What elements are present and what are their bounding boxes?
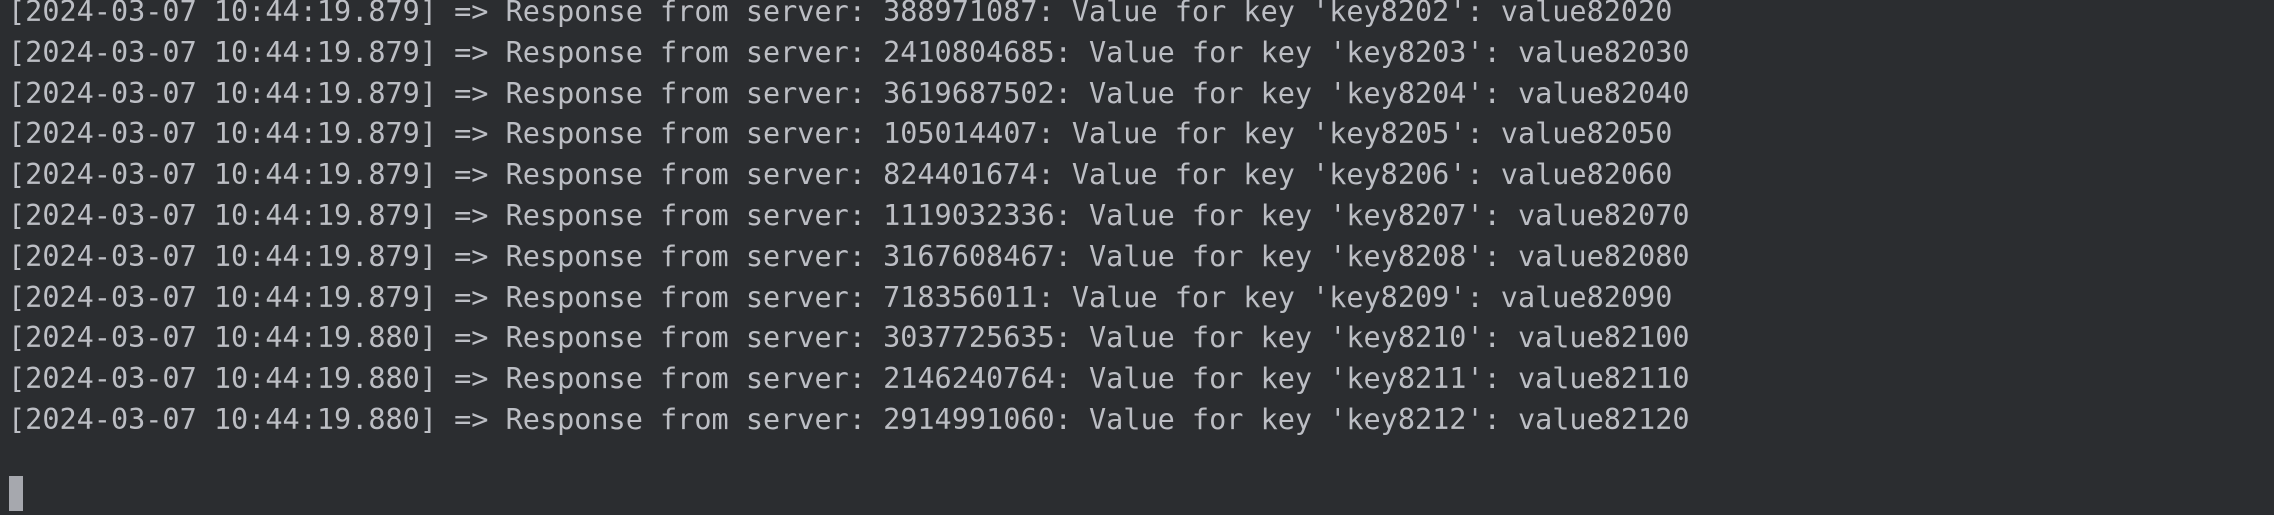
log-line: [2024-03-07 10:44:19.879] => Response fr… <box>8 35 1690 69</box>
log-line: [2024-03-07 10:44:19.879] => Response fr… <box>8 239 1690 273</box>
log-line: [2024-03-07 10:44:19.879] => Response fr… <box>8 76 1690 110</box>
input-cursor[interactable] <box>9 476 23 511</box>
log-line: [2024-03-07 10:44:19.879] => Response fr… <box>8 158 1673 192</box>
console-log: [2024-03-07 10:44:19.879] => Response fr… <box>8 0 2274 446</box>
log-line: [2024-03-07 10:44:19.879] => Response fr… <box>8 280 1673 314</box>
log-line: [2024-03-07 10:44:19.880] => Response fr… <box>8 321 1690 355</box>
console-output-panel[interactable]: [2024-03-07 10:44:19.879] => Response fr… <box>0 0 2274 515</box>
log-line: [2024-03-07 10:44:19.879] => Response fr… <box>8 0 1673 28</box>
log-line: [2024-03-07 10:44:19.880] => Response fr… <box>8 362 1690 396</box>
log-line: [2024-03-07 10:44:19.879] => Response fr… <box>8 117 1673 151</box>
log-line: [2024-03-07 10:44:19.879] => Response fr… <box>8 198 1690 232</box>
log-line: [2024-03-07 10:44:19.880] => Response fr… <box>8 402 1690 436</box>
